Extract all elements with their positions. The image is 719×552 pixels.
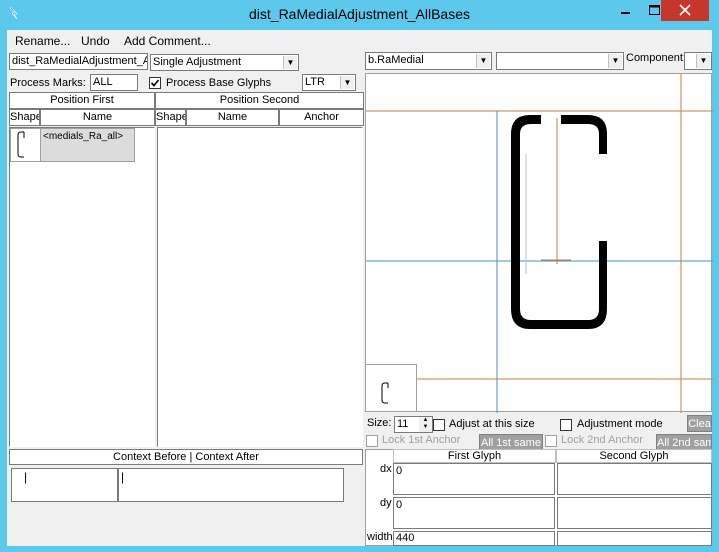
- process-marks-label: Process Marks:: [10, 77, 86, 89]
- position-second-header: Position Second: [155, 92, 364, 109]
- minimize-icon: [621, 12, 630, 14]
- position-first-shape-column[interactable]: Shape: [9, 109, 40, 126]
- list-item-name: <medials_Ra_all>: [43, 131, 124, 142]
- menu-undo[interactable]: Undo: [81, 34, 110, 48]
- clear-button[interactable]: Clea: [687, 415, 712, 432]
- ra-medial-glyph-icon: [381, 382, 389, 404]
- dy-second-field[interactable]: [557, 497, 712, 529]
- dy-first-field[interactable]: 0: [393, 497, 555, 529]
- direction-value: LTR: [305, 76, 325, 88]
- dx-label: dx: [380, 463, 392, 475]
- chevron-down-icon: ▼: [283, 56, 297, 69]
- chevron-down-icon: ▼: [476, 54, 490, 68]
- size-stepper[interactable]: 11 ▲ ▼: [394, 416, 433, 433]
- first-glyph-header: First Glyph: [393, 449, 556, 463]
- glyph-preview-drawing: [366, 74, 713, 413]
- process-base-glyphs-checkbox[interactable]: [149, 77, 161, 89]
- glyph-select-value: b.RaMedial: [368, 54, 424, 66]
- glyph-thumbnail: [365, 364, 417, 412]
- second-glyph-header: Second Glyph: [556, 449, 712, 463]
- second-glyph-select[interactable]: ▼: [496, 52, 624, 70]
- width-second-field[interactable]: [557, 531, 712, 546]
- context-before-field[interactable]: |: [11, 468, 118, 502]
- dx-second-field[interactable]: [557, 463, 712, 495]
- chevron-down-icon: ▼: [340, 76, 354, 89]
- ra-medial-glyph-icon: [17, 131, 25, 158]
- process-marks-field[interactable]: ALL: [90, 74, 138, 91]
- lock-2nd-anchor-label: Lock 2nd Anchor: [561, 434, 643, 446]
- position-first-header: Position First: [9, 92, 155, 109]
- width-first-field[interactable]: 440: [393, 531, 555, 546]
- checkmark-icon: [150, 79, 160, 87]
- chevron-down-icon: ▼: [696, 54, 710, 68]
- adjustment-mode-label: Adjustment mode: [577, 418, 663, 430]
- component-label: Component:: [626, 52, 686, 64]
- size-value: 11: [397, 418, 409, 430]
- spinner-arrows-icon: ▲ ▼: [419, 417, 432, 432]
- close-button[interactable]: [661, 0, 709, 21]
- glyph-preview-canvas[interactable]: [365, 73, 713, 413]
- lock-2nd-anchor-checkbox[interactable]: [545, 435, 557, 447]
- process-base-glyphs-label: Process Base Glyphs: [166, 77, 272, 89]
- close-icon: [679, 4, 691, 16]
- position-first-list[interactable]: [9, 127, 155, 447]
- position-second-name-column[interactable]: Name: [186, 109, 279, 126]
- adjust-at-size-label: Adjust at this size: [449, 418, 535, 430]
- width-label: width: [367, 531, 393, 543]
- component-select[interactable]: ▼: [684, 52, 712, 70]
- all-2nd-same-button[interactable]: All 2nd sam: [656, 434, 712, 450]
- direction-select[interactable]: LTR ▼: [302, 74, 356, 91]
- position-second-anchor-column[interactable]: Anchor: [279, 109, 364, 126]
- lookup-name-field[interactable]: dist_RaMedialAdjustment_Al: [9, 53, 148, 70]
- glyph-shape-thumbnail: [11, 129, 41, 161]
- lookup-type-value: Single Adjustment: [153, 56, 242, 68]
- menu-bar: [7, 30, 712, 50]
- dx-first-field[interactable]: 0: [393, 463, 555, 495]
- lock-1st-anchor-checkbox[interactable]: [366, 435, 378, 447]
- context-header: Context Before | Context After: [9, 449, 363, 465]
- adjustment-mode-checkbox[interactable]: [560, 419, 572, 431]
- position-second-shape-column[interactable]: Shape: [155, 109, 186, 126]
- adjust-at-size-checkbox[interactable]: [433, 419, 445, 431]
- position-second-list[interactable]: [157, 127, 363, 447]
- menu-add-comment[interactable]: Add Comment...: [124, 34, 211, 48]
- menu-rename[interactable]: Rename...: [15, 34, 70, 48]
- list-item[interactable]: <medials_Ra_all>: [10, 128, 135, 162]
- chevron-down-icon: ▼: [608, 54, 622, 68]
- glyph-select[interactable]: b.RaMedial ▼: [365, 52, 492, 70]
- position-first-name-column[interactable]: Name: [40, 109, 155, 126]
- size-label: Size:: [367, 417, 392, 429]
- lookup-type-select[interactable]: Single Adjustment ▼: [150, 54, 299, 71]
- all-1st-same-button[interactable]: All 1st same: [479, 434, 543, 450]
- context-after-field[interactable]: |: [118, 468, 344, 502]
- minimize-button[interactable]: [611, 0, 640, 21]
- lock-1st-anchor-label: Lock 1st Anchor: [382, 434, 461, 446]
- dy-label: dy: [380, 497, 392, 509]
